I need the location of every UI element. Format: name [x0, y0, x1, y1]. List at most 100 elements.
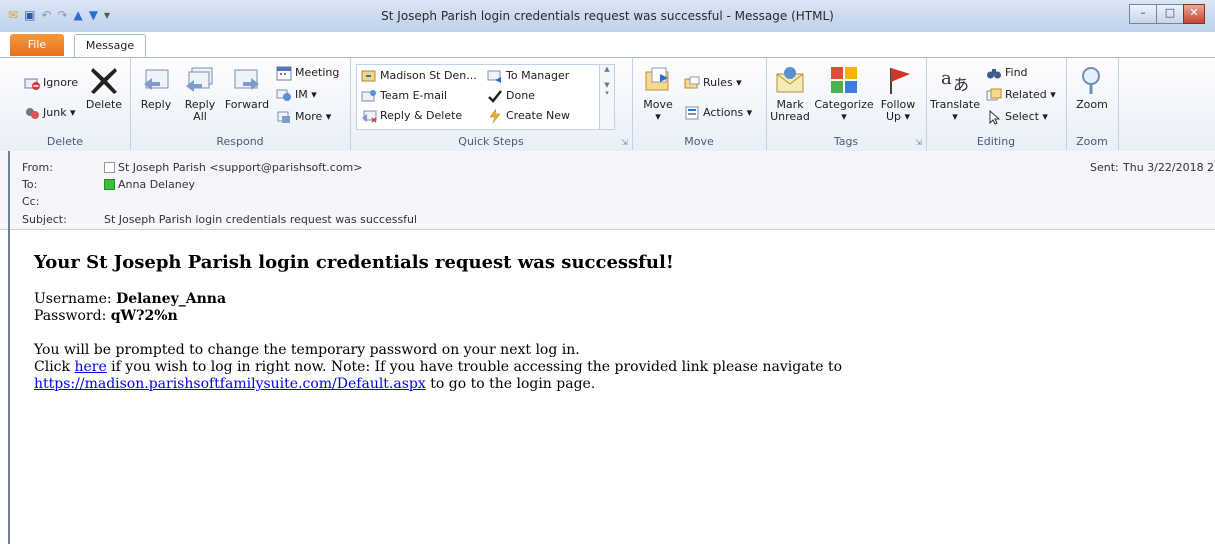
select-label: Select ▾: [1005, 110, 1048, 123]
follow-up-label-2: Up ▾: [885, 110, 911, 123]
svg-text:a: a: [941, 68, 952, 89]
sent-value: Thu 3/22/2018 2: [1123, 161, 1215, 174]
actions-button[interactable]: Actions ▾: [684, 104, 752, 122]
close-button[interactable]: ✕: [1183, 4, 1205, 24]
more-label: More ▾: [295, 110, 332, 123]
lightning-icon: [489, 108, 501, 124]
im-button[interactable]: IM ▾: [276, 86, 317, 104]
window-title: St Joseph Parish login credentials reque…: [381, 9, 834, 23]
to-value: Anna Delaney: [118, 178, 195, 191]
window-controls: – □ ✕: [1129, 4, 1205, 24]
find-button[interactable]: Find: [986, 64, 1028, 82]
quick-steps-group-label: Quick Steps: [458, 135, 524, 148]
meeting-button[interactable]: Meeting: [276, 64, 339, 82]
reply-delete-icon: [362, 110, 377, 123]
quick-steps-scroll[interactable]: ▲ ▼ ▾: [599, 65, 614, 129]
meeting-label: Meeting: [295, 66, 340, 79]
quick-steps-group: Madison St Den... To Manager Team E-mail…: [350, 58, 633, 150]
delete-label: Delete: [85, 98, 123, 111]
delete-x-icon: [91, 68, 117, 94]
message-body: Your St Joseph Parish login credentials …: [34, 230, 1204, 393]
categorize-button[interactable]: Categorize ▾: [814, 64, 874, 123]
quickstep-madison[interactable]: Madison St Den...: [361, 67, 477, 85]
rules-button[interactable]: Rules ▾: [684, 74, 742, 92]
ignore-button[interactable]: Ignore: [24, 74, 78, 92]
rules-label: Rules ▾: [703, 76, 742, 89]
rules-icon: [684, 76, 700, 89]
follow-up-button[interactable]: Follow Up ▾: [878, 64, 918, 123]
im-icon: [276, 89, 291, 101]
ribbon-tabs: File Message: [10, 34, 146, 57]
here-link[interactable]: here: [74, 359, 106, 375]
username-line: Username: Delaney_Anna: [34, 291, 1204, 308]
editing-group-label: Editing: [976, 135, 1016, 148]
password-line: Password: qW?2%n: [34, 308, 1204, 325]
click-text: Click: [34, 359, 75, 375]
username-value: Delaney_Anna: [116, 291, 227, 307]
quick-steps-gallery: Madison St Den... To Manager Team E-mail…: [356, 64, 615, 130]
zoom-label: Zoom: [1076, 98, 1108, 111]
body-heading: Your St Joseph Parish login credentials …: [34, 252, 674, 273]
categorize-label-2: ▾: [841, 110, 847, 123]
forward-icon: [234, 69, 259, 90]
message-header: From: St Joseph Parish <support@parishso…: [0, 151, 1215, 230]
quickstep-reply-delete-label: Reply & Delete: [380, 109, 463, 122]
ribbon: Ignore Junk ▾ Delete Delete Reply Reply …: [0, 57, 1215, 152]
junk-button[interactable]: Junk ▾: [24, 104, 76, 122]
tags-dialog-launcher-icon[interactable]: ⇲: [915, 138, 922, 147]
translate-label-2: ▾: [952, 110, 958, 123]
from-field[interactable]: St Joseph Parish <support@parishsoft.com…: [104, 161, 363, 174]
zoom-button[interactable]: Zoom: [1072, 64, 1112, 111]
respond-group: Reply Reply All Forward Meeting IM ▾ Mor…: [130, 58, 351, 150]
quickstep-done[interactable]: Done: [487, 87, 535, 105]
subject-value: St Joseph Parish login credentials reque…: [104, 213, 418, 226]
move-arrow: ▾: [655, 110, 661, 123]
prompt-text: You will be prompted to change the tempo…: [34, 342, 580, 358]
maximize-button[interactable]: □: [1156, 4, 1184, 24]
quickstep-madison-label: Madison St Den...: [380, 69, 477, 82]
flag-icon: [890, 68, 910, 94]
cc-label: Cc:: [22, 195, 40, 208]
reply-button[interactable]: Reply: [136, 64, 176, 111]
reply-icon: [144, 69, 169, 90]
minimize-button[interactable]: –: [1129, 4, 1157, 24]
subject-label: Subject:: [22, 213, 67, 226]
reply-all-label-2: All: [193, 110, 207, 123]
cursor-icon: [989, 109, 1001, 125]
mark-unread-button[interactable]: Mark Unread: [770, 64, 810, 123]
junk-icon: [26, 108, 39, 119]
move-button[interactable]: Move ▾: [638, 64, 678, 123]
login-url-link[interactable]: https://madison.parishsoftfamilysuite.co…: [34, 376, 426, 392]
quickstep-create-new-label: Create New: [506, 109, 571, 122]
delete-group-label: Delete: [46, 135, 84, 148]
quickstep-to-manager[interactable]: To Manager: [487, 67, 569, 85]
checkmark-icon: [488, 90, 502, 103]
quickstep-team-email[interactable]: Team E-mail: [361, 87, 447, 105]
quickstep-team-email-label: Team E-mail: [380, 89, 448, 102]
presence-available-icon: [104, 179, 115, 190]
translate-button[interactable]: aあ Translate ▾: [930, 64, 980, 123]
svg-text:あ: あ: [953, 75, 969, 94]
editing-group: aあ Translate ▾ Find Related ▾ Select ▾ E…: [926, 58, 1067, 150]
junk-label: Junk ▾: [43, 106, 76, 119]
forward-button[interactable]: Forward: [224, 64, 270, 111]
quickstep-reply-delete[interactable]: Reply & Delete: [361, 107, 462, 125]
username-label: Username:: [34, 291, 117, 307]
to-field[interactable]: Anna Delaney: [104, 178, 195, 191]
delete-group: Ignore Junk ▾ Delete Delete: [0, 58, 131, 150]
to-manager-icon: [487, 70, 501, 83]
calendar-icon: [276, 66, 292, 81]
reply-all-button[interactable]: Reply All: [180, 64, 220, 123]
tab-message[interactable]: Message: [74, 34, 146, 57]
dialog-launcher-icon[interactable]: ⇲: [621, 138, 628, 147]
select-button[interactable]: Select ▾: [986, 108, 1048, 126]
tags-group: Mark Unread Categorize ▾ Follow Up ▾ Tag…: [766, 58, 927, 150]
more-respond-button[interactable]: More ▾: [276, 108, 331, 126]
related-button[interactable]: Related ▾: [986, 86, 1056, 104]
quickstep-create-new[interactable]: Create New: [487, 107, 570, 125]
delete-button[interactable]: Delete: [84, 64, 124, 111]
move-to-folder-icon: [361, 70, 376, 82]
ignore-label: Ignore: [43, 76, 78, 89]
tab-file[interactable]: File: [10, 34, 64, 56]
categorize-icon: [831, 67, 857, 93]
